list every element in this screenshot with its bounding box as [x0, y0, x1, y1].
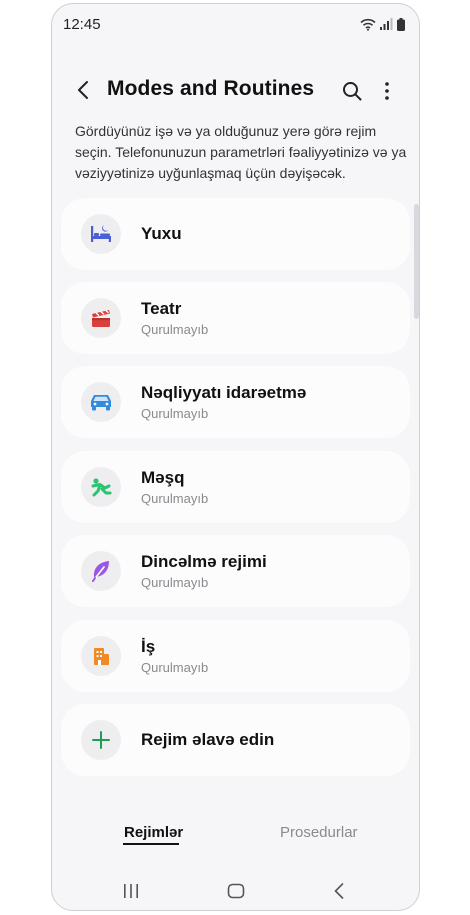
app-bar: Modes and Routines	[52, 70, 419, 110]
car-icon	[91, 395, 111, 411]
more-options-button[interactable]	[377, 78, 397, 104]
mode-text: İş Qurulmayıb	[141, 637, 208, 675]
mode-title: Nəqliyyatı idarəetmə	[141, 383, 307, 402]
mode-card-exercise[interactable]: Məşq Qurulmayıb	[61, 451, 410, 523]
mode-title: Teatr	[141, 299, 182, 318]
wifi-icon	[360, 18, 376, 31]
plus-icon	[92, 731, 110, 749]
mode-title: Dincəlmə rejimi	[141, 552, 267, 571]
mode-card-theater[interactable]: Teatr Qurulmayıb	[61, 282, 410, 354]
page-description: Gördüyünüz işə və ya olduğunuz yerə görə…	[75, 123, 407, 181]
mode-text: Teatr Qurulmayıb	[141, 299, 208, 337]
bed-icon	[91, 225, 111, 242]
status-icons	[360, 17, 405, 31]
running-icon	[91, 478, 112, 497]
signal-icon	[380, 18, 393, 30]
clapperboard-icon	[92, 310, 110, 327]
recents-icon	[124, 884, 138, 898]
status-time: 12:45	[63, 15, 101, 33]
mode-status: Qurulmayıb	[141, 575, 209, 590]
mode-status: Qurulmayıb	[141, 660, 209, 675]
mode-status: Qurulmayıb	[141, 322, 209, 337]
tab-modes[interactable]: Rejimlər	[124, 824, 183, 841]
mode-card-work[interactable]: İş Qurulmayıb	[61, 620, 410, 692]
add-mode-label: Rejim əlavə edin	[141, 730, 275, 749]
mode-icon-container	[81, 720, 121, 760]
mode-card-relax[interactable]: Dincəlmə rejimi Qurulmayıb	[61, 535, 410, 607]
more-vertical-icon	[385, 82, 389, 100]
mode-title: Yuxu	[141, 224, 182, 243]
mode-icon-container	[81, 214, 121, 254]
mode-icon-container	[81, 636, 121, 676]
back-nav-icon	[334, 883, 344, 899]
mode-icon-container	[81, 382, 121, 422]
mode-status: Qurulmayıb	[141, 406, 209, 421]
mode-icon-container	[81, 298, 121, 338]
mode-title: İş	[141, 637, 156, 656]
search-button[interactable]	[339, 78, 365, 104]
leaf-icon	[92, 561, 109, 582]
mode-text: Yuxu	[141, 224, 182, 244]
phone-screen: 12:45 Modes and Routines Gördüyünüz işə …	[51, 3, 420, 911]
battery-icon	[397, 17, 405, 31]
tab-routines[interactable]: Prosedurlar	[280, 824, 358, 841]
mode-icon-container	[81, 467, 121, 507]
mode-status: Qurulmayıb	[141, 491, 209, 506]
mode-card-sleep[interactable]: Yuxu	[61, 198, 410, 270]
page-title: Modes and Routines	[107, 77, 315, 100]
mode-card-driving[interactable]: Nəqliyyatı idarəetmə Qurulmayıb	[61, 366, 410, 438]
back-button[interactable]	[71, 77, 95, 103]
home-button[interactable]	[221, 878, 251, 904]
home-icon	[227, 883, 245, 899]
mode-text: Məşq Qurulmayıb	[141, 468, 208, 506]
scrollbar[interactable]	[414, 204, 419, 319]
building-icon	[94, 648, 109, 665]
mode-icon-container	[81, 551, 121, 591]
system-navigation-bar	[52, 874, 419, 908]
back-nav-button[interactable]	[324, 878, 354, 904]
add-mode-button[interactable]: Rejim əlavə edin	[61, 704, 410, 776]
mode-text: Nəqliyyatı idarəetmə Qurulmayıb	[141, 383, 306, 421]
chevron-left-icon	[78, 81, 88, 99]
active-tab-indicator	[123, 843, 179, 845]
mode-text: Dincəlmə rejimi Qurulmayıb	[141, 552, 267, 590]
search-icon	[343, 82, 362, 101]
status-bar: 12:45	[52, 4, 419, 44]
mode-text: Rejim əlavə edin	[141, 730, 274, 750]
recents-button[interactable]	[116, 878, 146, 904]
mode-title: Məşq	[141, 468, 185, 487]
